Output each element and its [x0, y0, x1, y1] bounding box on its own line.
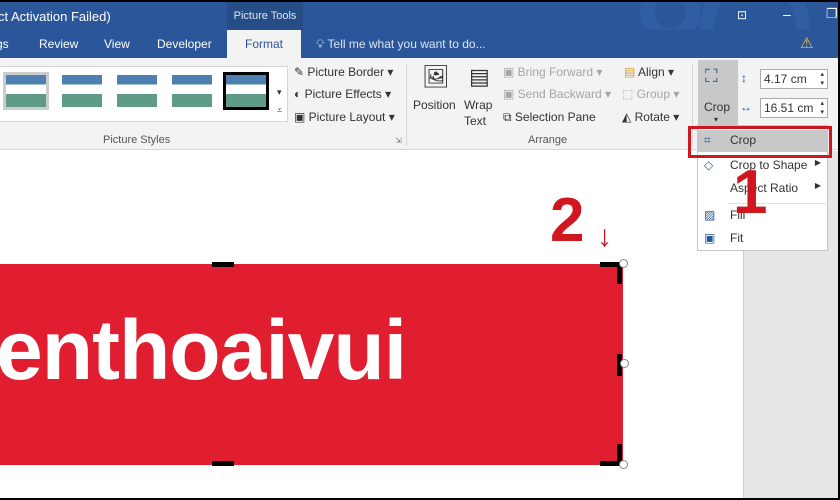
style-thumbnail[interactable] — [117, 75, 157, 107]
annotation-highlight-box — [688, 126, 832, 158]
submenu-arrow-icon: ▶ — [814, 181, 821, 190]
separator — [406, 64, 407, 146]
wrap-text-button[interactable]: Wrap — [464, 98, 492, 112]
fill-icon: ▨ — [704, 208, 716, 222]
resize-handle[interactable] — [619, 460, 628, 469]
picture-border-button[interactable]: ✎ Picture Border ▾ — [294, 65, 393, 79]
width-spinner[interactable]: ▴ ▾ — [820, 99, 824, 117]
crop-button[interactable]: ⛶ Crop ▾ — [698, 60, 738, 128]
width-input[interactable]: 16.51 cm ▴ ▾ — [760, 98, 828, 118]
layout-icon: ▣ — [294, 110, 309, 124]
height-icon: ↕ — [741, 71, 747, 85]
annotation-step-1: 1 — [733, 158, 768, 227]
gallery-scroll-icon[interactable]: ▾ — [277, 87, 282, 98]
group-icon: ⬚ — [622, 87, 637, 101]
fit-icon: ▣ — [704, 231, 716, 245]
image-text: enthoaivui — [0, 303, 407, 397]
crop-handle-bottom[interactable] — [212, 461, 234, 466]
warning-icon[interactable]: ⚠ — [800, 34, 813, 52]
menu-item-fit[interactable]: ▣ Fit — [698, 228, 827, 250]
width-icon: ↔ — [740, 100, 752, 114]
minimize-icon[interactable]: – — [783, 6, 791, 22]
word-window: ct Activation Failed) Picture Tools ⊡ – … — [0, 2, 838, 498]
width-value: 16.51 cm — [764, 101, 814, 115]
height-spinner[interactable]: ▴ ▾ — [820, 70, 824, 88]
wrap-text-icon: ▤ — [469, 64, 490, 89]
rotate-button[interactable]: ◭ Rotate ▾ — [622, 110, 679, 124]
crop-shape-icon: ◇ — [704, 158, 714, 172]
tab-mailings[interactable]: gs — [0, 37, 9, 51]
ribbon-tabs: gs Review View Developer Format 💡︎ Tell … — [0, 30, 838, 58]
style-thumbnail[interactable] — [223, 72, 269, 110]
height-value: 4.17 cm — [764, 72, 807, 86]
pen-icon: ✎ — [294, 65, 308, 79]
crop-image-icon: ⛶ — [705, 66, 718, 86]
tab-format[interactable]: Format — [227, 30, 302, 58]
group-label-arrange: Arrange — [528, 134, 568, 146]
height-input[interactable]: 4.17 cm ▴ ▾ — [760, 69, 828, 89]
send-backward-icon: ▣ — [503, 87, 518, 101]
bring-forward-button[interactable]: ▣ Bring Forward ▾ — [503, 65, 602, 79]
align-button[interactable]: ▤ Align ▾ — [624, 65, 674, 79]
group-button[interactable]: ⬚ Group ▾ — [622, 87, 679, 101]
arrow-down-icon: ↓ — [597, 220, 612, 253]
resize-handle[interactable] — [619, 259, 628, 268]
gallery-more-icon[interactable]: ⩡ — [277, 105, 282, 116]
window-title: ct Activation Failed) — [0, 9, 111, 24]
align-icon: ▤ — [624, 65, 639, 79]
bring-forward-icon: ▣ — [503, 65, 518, 79]
restore-icon[interactable]: ❐ — [826, 6, 838, 22]
wrap-text-label: Text — [464, 114, 487, 128]
dialog-launcher-icon[interactable]: ⇲ — [395, 136, 402, 145]
resize-handle[interactable] — [620, 359, 629, 368]
style-thumbnail[interactable] — [62, 75, 102, 107]
picture-effects-button[interactable]: ◐ Picture Effects ▾ — [294, 87, 391, 101]
tab-developer[interactable]: Developer — [157, 37, 212, 51]
position-button[interactable]: Position — [413, 98, 456, 112]
tab-review[interactable]: Review — [39, 37, 78, 51]
style-thumbnail[interactable] — [3, 72, 49, 110]
position-icon: 🖼︎ — [422, 64, 450, 89]
rotate-icon: ◭ — [622, 110, 635, 124]
annotation-step-2: 2 — [550, 186, 585, 255]
chevron-down-icon: ▾ — [714, 115, 719, 124]
selection-pane-icon: ⧉ — [503, 110, 515, 124]
picture-tools-context: Picture Tools — [227, 2, 303, 30]
ribbon-display-icon[interactable]: ⊡ — [737, 8, 747, 22]
group-label-picture-styles: Picture Styles — [103, 134, 171, 146]
title-bar: ct Activation Failed) Picture Tools ⊡ – … — [0, 2, 838, 82]
picture-styles-gallery: ▾ ⩡ — [0, 66, 288, 122]
selected-image[interactable]: enthoaivui — [0, 264, 623, 465]
picture-layout-button[interactable]: ▣ Picture Layout ▾ — [294, 110, 395, 124]
tell-me-search[interactable]: 💡︎ Tell me what you want to do... — [316, 37, 486, 52]
send-backward-button[interactable]: ▣ Send Backward ▾ — [503, 87, 611, 101]
lightbulb-icon: 💡︎ — [316, 37, 328, 51]
style-thumbnail[interactable] — [172, 75, 212, 107]
submenu-arrow-icon: ▶ — [814, 158, 821, 167]
tab-view[interactable]: View — [104, 37, 130, 51]
selection-pane-button[interactable]: ⧉ Selection Pane — [503, 110, 596, 125]
crop-label: Crop — [704, 100, 731, 114]
crop-handle-top[interactable] — [212, 262, 234, 267]
effects-icon: ◐ — [294, 87, 305, 101]
